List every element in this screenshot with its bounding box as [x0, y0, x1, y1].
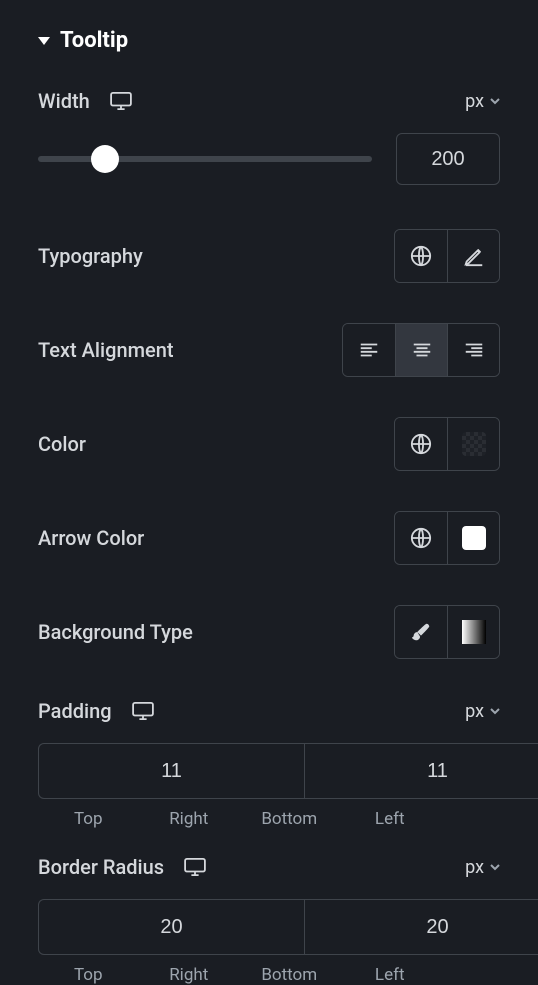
align-center-icon — [411, 339, 433, 361]
typography-label: Typography — [38, 244, 143, 268]
color-label: Color — [38, 432, 86, 456]
globe-icon — [410, 433, 432, 455]
align-center-button[interactable] — [395, 324, 447, 376]
color-row: Color — [38, 417, 500, 471]
width-label: Width — [38, 89, 90, 113]
padding-labels: Top Right Bottom Left — [38, 809, 500, 829]
text-alignment-label: Text Alignment — [38, 338, 174, 362]
bg-classic-button[interactable] — [395, 606, 447, 658]
align-right-icon — [463, 339, 485, 361]
width-unit: px — [465, 91, 484, 112]
border-radius-unit-select[interactable]: px — [465, 857, 500, 878]
border-radius-labels: Top Right Bottom Left — [38, 965, 500, 985]
gradient-icon — [462, 620, 486, 644]
width-input[interactable] — [396, 133, 500, 185]
border-radius-header-row: Border Radius px — [38, 855, 500, 879]
color-swatch-button[interactable] — [447, 418, 499, 470]
background-type-row: Background Type — [38, 605, 500, 659]
section-header-tooltip[interactable]: Tooltip — [38, 28, 500, 53]
padding-inputs — [38, 743, 500, 799]
color-global-button[interactable] — [395, 418, 447, 470]
pencil-icon — [463, 245, 485, 267]
chevron-down-icon — [490, 706, 500, 716]
section-title: Tooltip — [60, 28, 128, 53]
padding-right-input[interactable] — [304, 743, 538, 799]
color-swatch-empty — [462, 432, 486, 456]
align-right-button[interactable] — [447, 324, 499, 376]
border-radius-top-label: Top — [38, 965, 139, 985]
globe-icon — [410, 245, 432, 267]
border-radius-right-label: Right — [139, 965, 240, 985]
arrow-color-swatch-button[interactable] — [447, 512, 499, 564]
border-radius-unit: px — [465, 857, 484, 878]
padding-header-row: Padding px — [38, 699, 500, 723]
width-slider-thumb[interactable] — [91, 145, 119, 173]
border-radius-top-input[interactable] — [38, 899, 304, 955]
globe-icon — [410, 527, 432, 549]
arrow-color-row: Arrow Color — [38, 511, 500, 565]
width-slider-row — [38, 133, 500, 185]
width-slider[interactable] — [38, 156, 372, 162]
border-radius-right-input[interactable] — [304, 899, 538, 955]
padding-top-input[interactable] — [38, 743, 304, 799]
typography-row: Typography — [38, 229, 500, 283]
typography-edit-button[interactable] — [447, 230, 499, 282]
chevron-down-icon — [490, 862, 500, 872]
text-alignment-row: Text Alignment — [38, 323, 500, 377]
border-radius-inputs — [38, 899, 500, 955]
width-unit-select[interactable]: px — [465, 91, 500, 112]
color-swatch-white — [462, 526, 486, 550]
arrow-color-label: Arrow Color — [38, 526, 144, 550]
desktop-icon[interactable] — [132, 702, 154, 720]
border-radius-left-label: Left — [340, 965, 441, 985]
border-radius-label: Border Radius — [38, 855, 164, 879]
padding-unit-select[interactable]: px — [465, 701, 500, 722]
arrow-color-global-button[interactable] — [395, 512, 447, 564]
collapse-triangle-icon — [38, 37, 50, 45]
desktop-icon[interactable] — [110, 92, 132, 110]
width-row: Width px — [38, 89, 500, 113]
padding-left-label: Left — [340, 809, 441, 829]
padding-bottom-label: Bottom — [239, 809, 340, 829]
align-left-button[interactable] — [343, 324, 395, 376]
brush-icon — [410, 621, 432, 643]
desktop-icon[interactable] — [184, 858, 206, 876]
padding-right-label: Right — [139, 809, 240, 829]
bg-gradient-button[interactable] — [447, 606, 499, 658]
chevron-down-icon — [490, 96, 500, 106]
border-radius-bottom-label: Bottom — [239, 965, 340, 985]
typography-global-button[interactable] — [395, 230, 447, 282]
align-left-icon — [358, 339, 380, 361]
background-type-label: Background Type — [38, 620, 193, 644]
padding-top-label: Top — [38, 809, 139, 829]
padding-unit: px — [465, 701, 484, 722]
padding-label: Padding — [38, 699, 112, 723]
